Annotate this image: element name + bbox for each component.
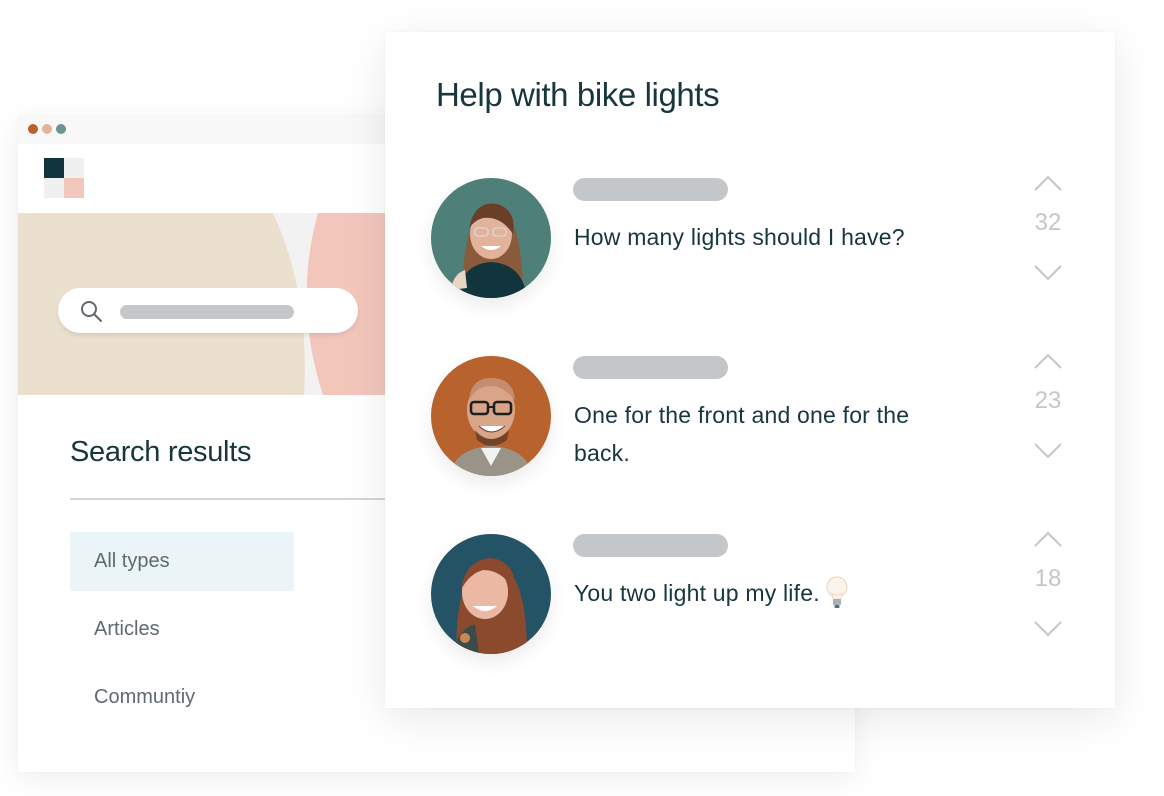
post-text-content: How many lights should I have? [574,224,905,250]
avatar[interactable] [431,534,551,654]
window-minimize-dot[interactable] [42,124,52,134]
search-placeholder-bar [120,305,294,319]
logo-square-light [44,178,64,198]
avatar[interactable] [431,178,551,298]
avatar-woman-red-hair [431,534,551,654]
community-thread-card: Help with bike lights How many lights sh… [385,32,1115,708]
post-text: You two light up my life. [574,574,954,612]
avatar-man-glasses [431,356,551,476]
window-maximize-dot[interactable] [56,124,66,134]
brand-logo[interactable] [44,158,84,198]
post-text-content: One for the front and one for the back. [574,402,910,466]
filter-community[interactable]: Communtiy [70,668,294,727]
search-icon [81,301,102,322]
vote-count: 32 [1034,209,1062,236]
vote-control: 32 [1025,174,1071,294]
search-results-title: Search results [70,436,252,468]
author-name-placeholder [573,356,728,379]
lightbulb-icon [826,576,848,608]
thread-title: Help with bike lights [436,76,720,113]
downvote-chevron-down-icon[interactable] [1033,264,1063,282]
result-type-filter: All types Articles Communtiy [70,532,294,736]
author-name-placeholder [573,178,728,201]
logo-square-pink [64,178,84,198]
vote-control: 18 [1025,530,1071,650]
thread-post: How many lights should I have? 32 [385,175,1115,318]
upvote-chevron-up-icon[interactable] [1033,352,1063,370]
vote-count: 23 [1034,387,1062,414]
author-name-placeholder [573,534,728,557]
thread-post: One for the front and one for the back. … [385,353,1115,496]
downvote-chevron-down-icon[interactable] [1033,620,1063,638]
filter-all-types[interactable]: All types [70,532,294,591]
post-text: One for the front and one for the back. [574,396,954,472]
results-divider [70,498,385,500]
upvote-chevron-up-icon[interactable] [1033,174,1063,192]
post-text-content: You two light up my life. [574,580,820,606]
thread-post: You two light up my life. 18 [385,531,1115,674]
post-text: How many lights should I have? [574,218,954,256]
upvote-chevron-up-icon[interactable] [1033,530,1063,548]
vote-control: 23 [1025,352,1071,472]
logo-square-dark [44,158,64,178]
downvote-chevron-down-icon[interactable] [1033,442,1063,460]
window-close-dot[interactable] [28,124,38,134]
avatar[interactable] [431,356,551,476]
avatar-woman-glasses [431,178,551,298]
logo-square-light [64,158,84,178]
vote-count: 18 [1034,565,1062,592]
search-bar[interactable] [58,288,358,333]
filter-articles[interactable]: Articles [70,600,294,659]
